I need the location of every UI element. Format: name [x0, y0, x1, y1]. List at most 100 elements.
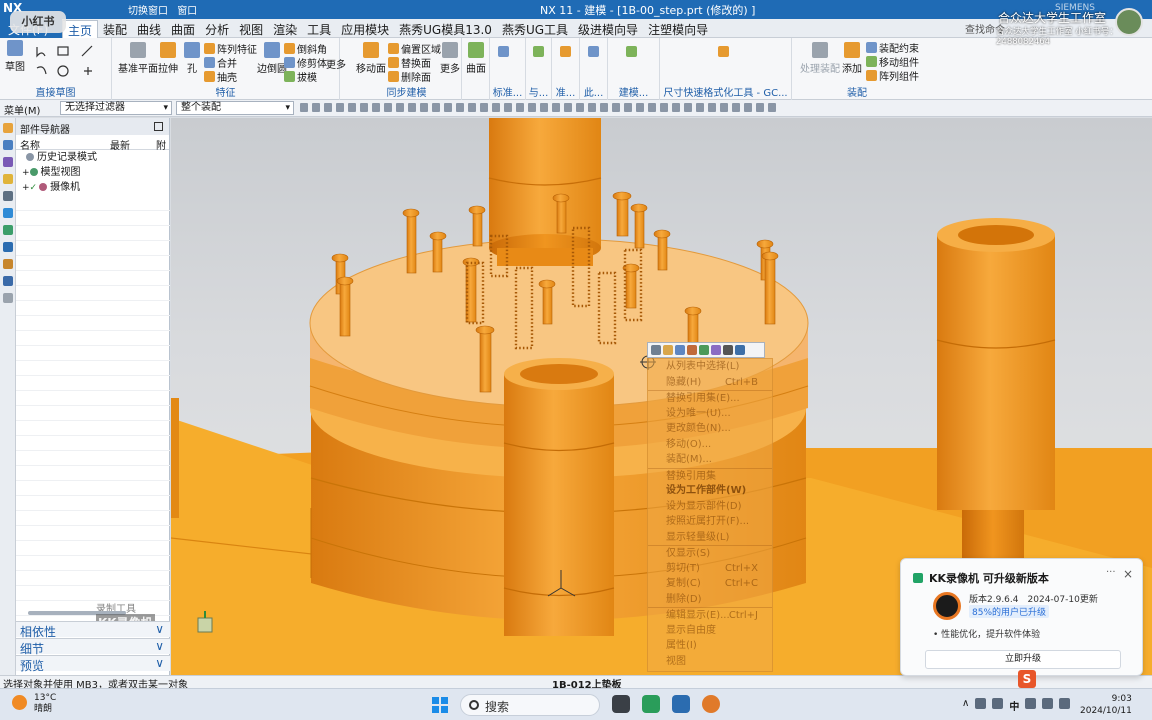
feature-more-button[interactable]: 更多: [326, 56, 346, 71]
draft-button[interactable]: 拔模: [284, 69, 317, 84]
chevron-up-icon[interactable]: ∧: [962, 698, 969, 713]
system-scene-icon[interactable]: [3, 276, 13, 286]
tab-assembly[interactable]: 装配: [98, 20, 132, 40]
nx-app-icon[interactable]: [672, 695, 690, 713]
battery-icon[interactable]: [1059, 698, 1071, 709]
taskbar-search-box[interactable]: 搜索: [460, 694, 600, 716]
menu-item-delete[interactable]: 删除(D): [648, 592, 772, 608]
dependencies-panel[interactable]: 相依性 ∨: [16, 621, 170, 639]
assembly-constraints-button[interactable]: 装配约束: [866, 40, 919, 55]
menu-item-make-unique[interactable]: 设为唯一(U)...: [648, 406, 772, 422]
reuse-library-icon[interactable]: [3, 191, 13, 201]
menu-item-assemble[interactable]: 装配(M)...: [648, 452, 772, 468]
menu-item-show-dof[interactable]: 显示自由度: [648, 623, 772, 639]
start-button[interactable]: [432, 697, 448, 713]
unite-button[interactable]: 合并: [204, 55, 237, 70]
pattern-component-button[interactable]: 阵列组件: [866, 68, 919, 83]
menu-item-properties[interactable]: 属性(I): [648, 638, 772, 654]
kk-recorder-icon[interactable]: [702, 695, 720, 713]
settings-icon[interactable]: [3, 123, 13, 133]
menu-item-select-from-list[interactable]: 从列表中选择(L): [648, 359, 772, 375]
shell-button[interactable]: 抽壳: [204, 69, 237, 84]
menu-button[interactable]: 菜单(M): [4, 102, 40, 117]
tab-mold-wizard[interactable]: 注塑模向导: [643, 20, 713, 40]
gc-dimension-format-group[interactable]: 尺寸快速格式化工具 - GC...: [660, 38, 792, 100]
menu-item-show-lightweight[interactable]: 显示轻量级(L): [648, 530, 772, 546]
menu-item-cut[interactable]: 剪切(T) Ctrl+X: [648, 561, 772, 577]
hole-button[interactable]: 孔: [184, 42, 200, 75]
more-options-icon[interactable]: ···: [1106, 567, 1116, 578]
tab-home[interactable]: 主页: [62, 20, 99, 40]
menu-item-edit-display[interactable]: 编辑显示(E)... Ctrl+J: [648, 607, 772, 623]
tab-application[interactable]: 应用模块: [336, 20, 394, 40]
tray-app-icon[interactable]: [975, 698, 987, 709]
maximize-icon[interactable]: [154, 122, 163, 131]
surface-button[interactable]: 曲面: [466, 42, 486, 75]
process-studio-icon[interactable]: [3, 242, 13, 252]
hide-icon[interactable]: [663, 345, 673, 355]
replace-face-button[interactable]: 替换面: [388, 55, 431, 70]
menu-item-copy[interactable]: 复制(C) Ctrl+C: [648, 576, 772, 592]
sketch-curve-tools[interactable]: [32, 42, 112, 82]
delete-icon[interactable]: [723, 345, 733, 355]
datum-plane-button[interactable]: 基准平面: [118, 42, 158, 75]
delete-face-button[interactable]: 删除面: [388, 69, 431, 84]
sync-more-button[interactable]: 更多: [440, 42, 460, 75]
part-navigator-icon[interactable]: [3, 174, 13, 184]
volume-icon[interactable]: [1042, 698, 1054, 709]
sogou-ime-icon[interactable]: S: [1018, 670, 1036, 688]
menu-item-show-only[interactable]: 仅显示(S): [648, 545, 772, 561]
tree-item-history-mode[interactable]: 历史记录模式: [16, 150, 169, 165]
close-icon[interactable]: ×: [1123, 567, 1133, 581]
tab-curve[interactable]: 曲线: [132, 20, 166, 40]
tab-surface[interactable]: 曲面: [166, 20, 200, 40]
selection-scope-dropdown[interactable]: 整个装配: [176, 101, 294, 115]
standard-group[interactable]: 标准...: [490, 38, 526, 100]
menu-item-open-by-proximity[interactable]: 按照近属打开(F)...: [648, 514, 772, 530]
tab-view[interactable]: 视图: [234, 20, 268, 40]
tab-progressive-die-wizard[interactable]: 级进模向导: [573, 20, 643, 40]
menu-item-make-work-part[interactable]: 设为工作部件(W): [648, 483, 772, 499]
move-face-button[interactable]: 移动面: [356, 42, 386, 75]
extrude-button[interactable]: 拉伸: [158, 42, 178, 75]
edit-object-display-icon[interactable]: [687, 345, 697, 355]
wifi-icon[interactable]: [1025, 698, 1037, 709]
tab-analysis[interactable]: 分析: [200, 20, 234, 40]
web-browser-icon[interactable]: [3, 208, 13, 218]
menu-item-view[interactable]: 视图: [648, 654, 772, 670]
trim-body-button[interactable]: 修剪体: [284, 55, 327, 70]
snap-point-tools[interactable]: [300, 103, 776, 112]
expand-icon[interactable]: +: [22, 168, 30, 178]
modeling-group[interactable]: 建模...: [608, 38, 660, 100]
and-group[interactable]: 与...: [526, 38, 552, 100]
menu-item-replace-reference-set[interactable]: 替换引用集(E)...: [648, 390, 772, 406]
window-menu-button[interactable]: 窗口: [177, 6, 197, 17]
process-assembly-button[interactable]: 处理装配: [800, 42, 840, 75]
add-component-button[interactable]: 添加: [842, 42, 862, 75]
clock[interactable]: 9:03 2024/10/11: [1080, 693, 1132, 717]
tree-item-cameras[interactable]: +✓ 摄像机: [16, 180, 169, 195]
measure-icon[interactable]: [699, 345, 709, 355]
menu-item-move[interactable]: 移动(O)...: [648, 437, 772, 453]
tab-yanxiu-mold[interactable]: 燕秀UG模具13.0: [394, 20, 497, 40]
tab-render[interactable]: 渲染: [268, 20, 302, 40]
fit-icon[interactable]: [651, 345, 661, 355]
quasi-group[interactable]: 准...: [552, 38, 580, 100]
this-group[interactable]: 此...: [580, 38, 608, 100]
offset-region-button[interactable]: 偏置区域: [388, 41, 441, 56]
tools-icon[interactable]: [3, 293, 13, 303]
wechat-icon[interactable]: [642, 695, 660, 713]
menu-item-change-color[interactable]: 更改颜色(N)...: [648, 421, 772, 437]
tree-item-model-views[interactable]: + 模型视图: [16, 165, 169, 180]
pattern-feature-button[interactable]: 阵列特征: [204, 41, 257, 56]
menu-item-replace-reference-set-2[interactable]: 替换引用集: [648, 467, 772, 484]
details-panel[interactable]: 细节 ∨: [16, 638, 170, 656]
more-options-icon[interactable]: [735, 345, 745, 355]
tray-app-icon[interactable]: [992, 698, 1004, 709]
constraint-navigator-icon[interactable]: [3, 157, 13, 167]
task-view-icon[interactable]: [612, 695, 630, 713]
tab-yanxiu-tools[interactable]: 燕秀UG工具: [497, 20, 573, 40]
sketch-button[interactable]: 草图: [5, 40, 25, 73]
chamfer-button[interactable]: 倒斜角: [284, 41, 327, 56]
menu-item-hide[interactable]: 隐藏(H) Ctrl+B: [648, 375, 772, 391]
